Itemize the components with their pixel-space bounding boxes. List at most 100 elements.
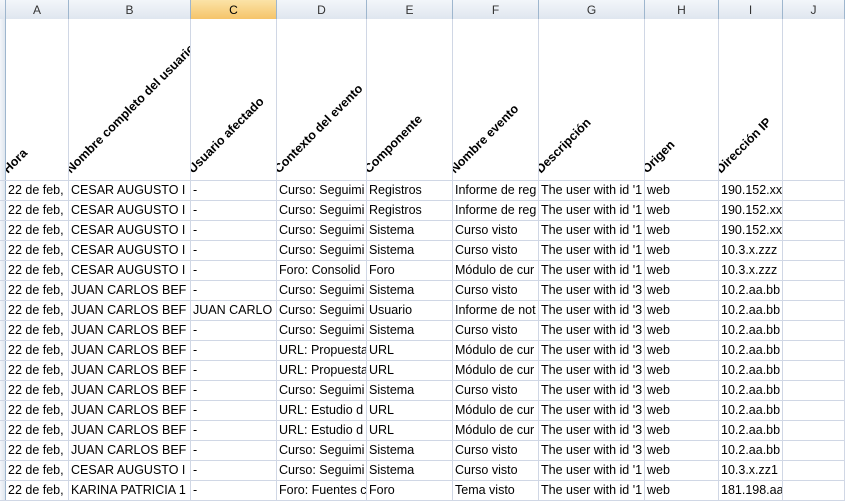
table-cell[interactable]: Módulo de cur xyxy=(453,361,539,380)
table-cell[interactable]: Sistema xyxy=(367,221,453,240)
table-cell[interactable]: 22 de feb, xyxy=(6,481,69,500)
table-cell[interactable] xyxy=(783,461,845,480)
table-cell[interactable]: - xyxy=(191,401,277,420)
table-cell[interactable]: 10.2.aa.bb xyxy=(719,421,783,440)
table-cell[interactable]: 10.2.aa.bb xyxy=(719,441,783,460)
table-cell[interactable]: The user with id '1 xyxy=(539,221,645,240)
table-cell[interactable]: Curso visto xyxy=(453,441,539,460)
table-cell[interactable]: CESAR AUGUSTO I xyxy=(69,241,191,260)
table-cell[interactable]: CESAR AUGUSTO I xyxy=(69,181,191,200)
table-cell[interactable]: JUAN CARLOS BEF xyxy=(69,281,191,300)
table-cell[interactable]: Foro xyxy=(367,261,453,280)
table-cell[interactable] xyxy=(783,441,845,460)
table-cell[interactable]: - xyxy=(191,461,277,480)
table-cell[interactable]: The user with id '1 xyxy=(539,461,645,480)
table-cell[interactable]: URL: Estudio d xyxy=(277,401,367,420)
table-cell[interactable]: Foro: Consolid xyxy=(277,261,367,280)
table-cell[interactable]: The user with id '1 xyxy=(539,181,645,200)
table-cell[interactable]: Curso visto xyxy=(453,281,539,300)
table-cell[interactable]: web xyxy=(645,441,719,460)
table-cell[interactable]: - xyxy=(191,481,277,500)
table-cell[interactable]: web xyxy=(645,401,719,420)
table-cell[interactable]: The user with id '3 xyxy=(539,401,645,420)
table-cell[interactable]: The user with id '3 xyxy=(539,301,645,320)
table-cell[interactable]: 10.2.aa.bb xyxy=(719,341,783,360)
table-cell[interactable]: Foro xyxy=(367,481,453,500)
table-cell[interactable]: CESAR AUGUSTO I xyxy=(69,461,191,480)
table-cell[interactable]: Módulo de cur xyxy=(453,261,539,280)
table-cell[interactable]: URL xyxy=(367,401,453,420)
table-cell[interactable] xyxy=(783,261,845,280)
table-cell[interactable]: JUAN CARLOS BEF xyxy=(69,341,191,360)
table-cell[interactable]: Curso: Seguimi xyxy=(277,461,367,480)
table-cell[interactable]: 10.2.aa.bb xyxy=(719,401,783,420)
table-cell[interactable]: web xyxy=(645,381,719,400)
table-cell[interactable]: Curso: Seguimi xyxy=(277,281,367,300)
table-cell[interactable]: The user with id '3 xyxy=(539,441,645,460)
table-cell[interactable]: 10.2.aa.bb xyxy=(719,301,783,320)
table-cell[interactable]: web xyxy=(645,181,719,200)
table-cell[interactable]: - xyxy=(191,261,277,280)
table-cell[interactable]: - xyxy=(191,361,277,380)
table-cell[interactable] xyxy=(783,321,845,340)
table-cell[interactable] xyxy=(783,381,845,400)
table-cell[interactable]: Usuario xyxy=(367,301,453,320)
table-cell[interactable]: Curso visto xyxy=(453,461,539,480)
table-cell[interactable]: web xyxy=(645,481,719,500)
table-cell[interactable] xyxy=(783,281,845,300)
header-cell[interactable]: Contexto del evento xyxy=(277,19,367,180)
table-cell[interactable]: 10.3.x.zzz xyxy=(719,261,783,280)
header-cell[interactable]: Componente xyxy=(367,19,453,180)
table-cell[interactable]: 10.2.aa.bb xyxy=(719,381,783,400)
column-header-c[interactable]: C xyxy=(191,0,277,19)
table-cell[interactable] xyxy=(783,341,845,360)
table-cell[interactable]: 22 de feb, xyxy=(6,401,69,420)
table-cell[interactable]: - xyxy=(191,221,277,240)
table-cell[interactable]: web xyxy=(645,301,719,320)
table-cell[interactable]: The user with id '3 xyxy=(539,421,645,440)
table-cell[interactable]: 22 de feb, xyxy=(6,461,69,480)
table-cell[interactable]: JUAN CARLO xyxy=(191,301,277,320)
table-cell[interactable]: web xyxy=(645,261,719,280)
table-cell[interactable] xyxy=(783,421,845,440)
table-cell[interactable] xyxy=(783,361,845,380)
table-cell[interactable]: 22 de feb, xyxy=(6,361,69,380)
table-cell[interactable]: 10.2.aa.bb xyxy=(719,321,783,340)
table-cell[interactable]: 10.2.aa.bb xyxy=(719,281,783,300)
table-cell[interactable]: Registros xyxy=(367,201,453,220)
table-cell[interactable]: JUAN CARLOS BEF xyxy=(69,321,191,340)
column-header-e[interactable]: E xyxy=(367,0,453,19)
table-cell[interactable]: Curso visto xyxy=(453,241,539,260)
table-cell[interactable]: The user with id '3 xyxy=(539,361,645,380)
table-cell[interactable]: 190.152.xxx.yyy xyxy=(719,181,783,200)
table-cell[interactable]: The user with id '3 xyxy=(539,341,645,360)
table-cell[interactable] xyxy=(783,221,845,240)
header-cell[interactable]: Usuario afectado xyxy=(191,19,277,180)
header-cell[interactable]: Dirección IP xyxy=(719,19,783,180)
table-cell[interactable]: 22 de feb, xyxy=(6,261,69,280)
table-cell[interactable]: URL xyxy=(367,361,453,380)
table-cell[interactable]: JUAN CARLOS BEF xyxy=(69,301,191,320)
table-cell[interactable]: JUAN CARLOS BEF xyxy=(69,401,191,420)
table-cell[interactable]: web xyxy=(645,201,719,220)
table-cell[interactable]: Curso: Seguimi xyxy=(277,221,367,240)
table-cell[interactable]: 190.152.xxx.yyy xyxy=(719,221,783,240)
table-cell[interactable]: Curso: Seguimi xyxy=(277,441,367,460)
table-cell[interactable]: web xyxy=(645,241,719,260)
table-cell[interactable]: - xyxy=(191,421,277,440)
table-cell[interactable] xyxy=(783,481,845,500)
table-cell[interactable]: - xyxy=(191,281,277,300)
column-header-j[interactable]: J xyxy=(783,0,845,19)
header-cell[interactable] xyxy=(783,19,845,180)
table-cell[interactable]: Curso: Seguimi xyxy=(277,201,367,220)
table-cell[interactable]: Módulo de cur xyxy=(453,341,539,360)
table-cell[interactable]: Sistema xyxy=(367,241,453,260)
column-header-g[interactable]: G xyxy=(539,0,645,19)
table-cell[interactable]: 10.3.x.zzz xyxy=(719,241,783,260)
table-cell[interactable]: JUAN CARLOS BEF xyxy=(69,361,191,380)
table-cell[interactable]: JUAN CARLOS BEF xyxy=(69,421,191,440)
table-cell[interactable]: - xyxy=(191,441,277,460)
table-cell[interactable] xyxy=(783,301,845,320)
table-cell[interactable]: CESAR AUGUSTO I xyxy=(69,201,191,220)
table-cell[interactable]: Curso visto xyxy=(453,221,539,240)
